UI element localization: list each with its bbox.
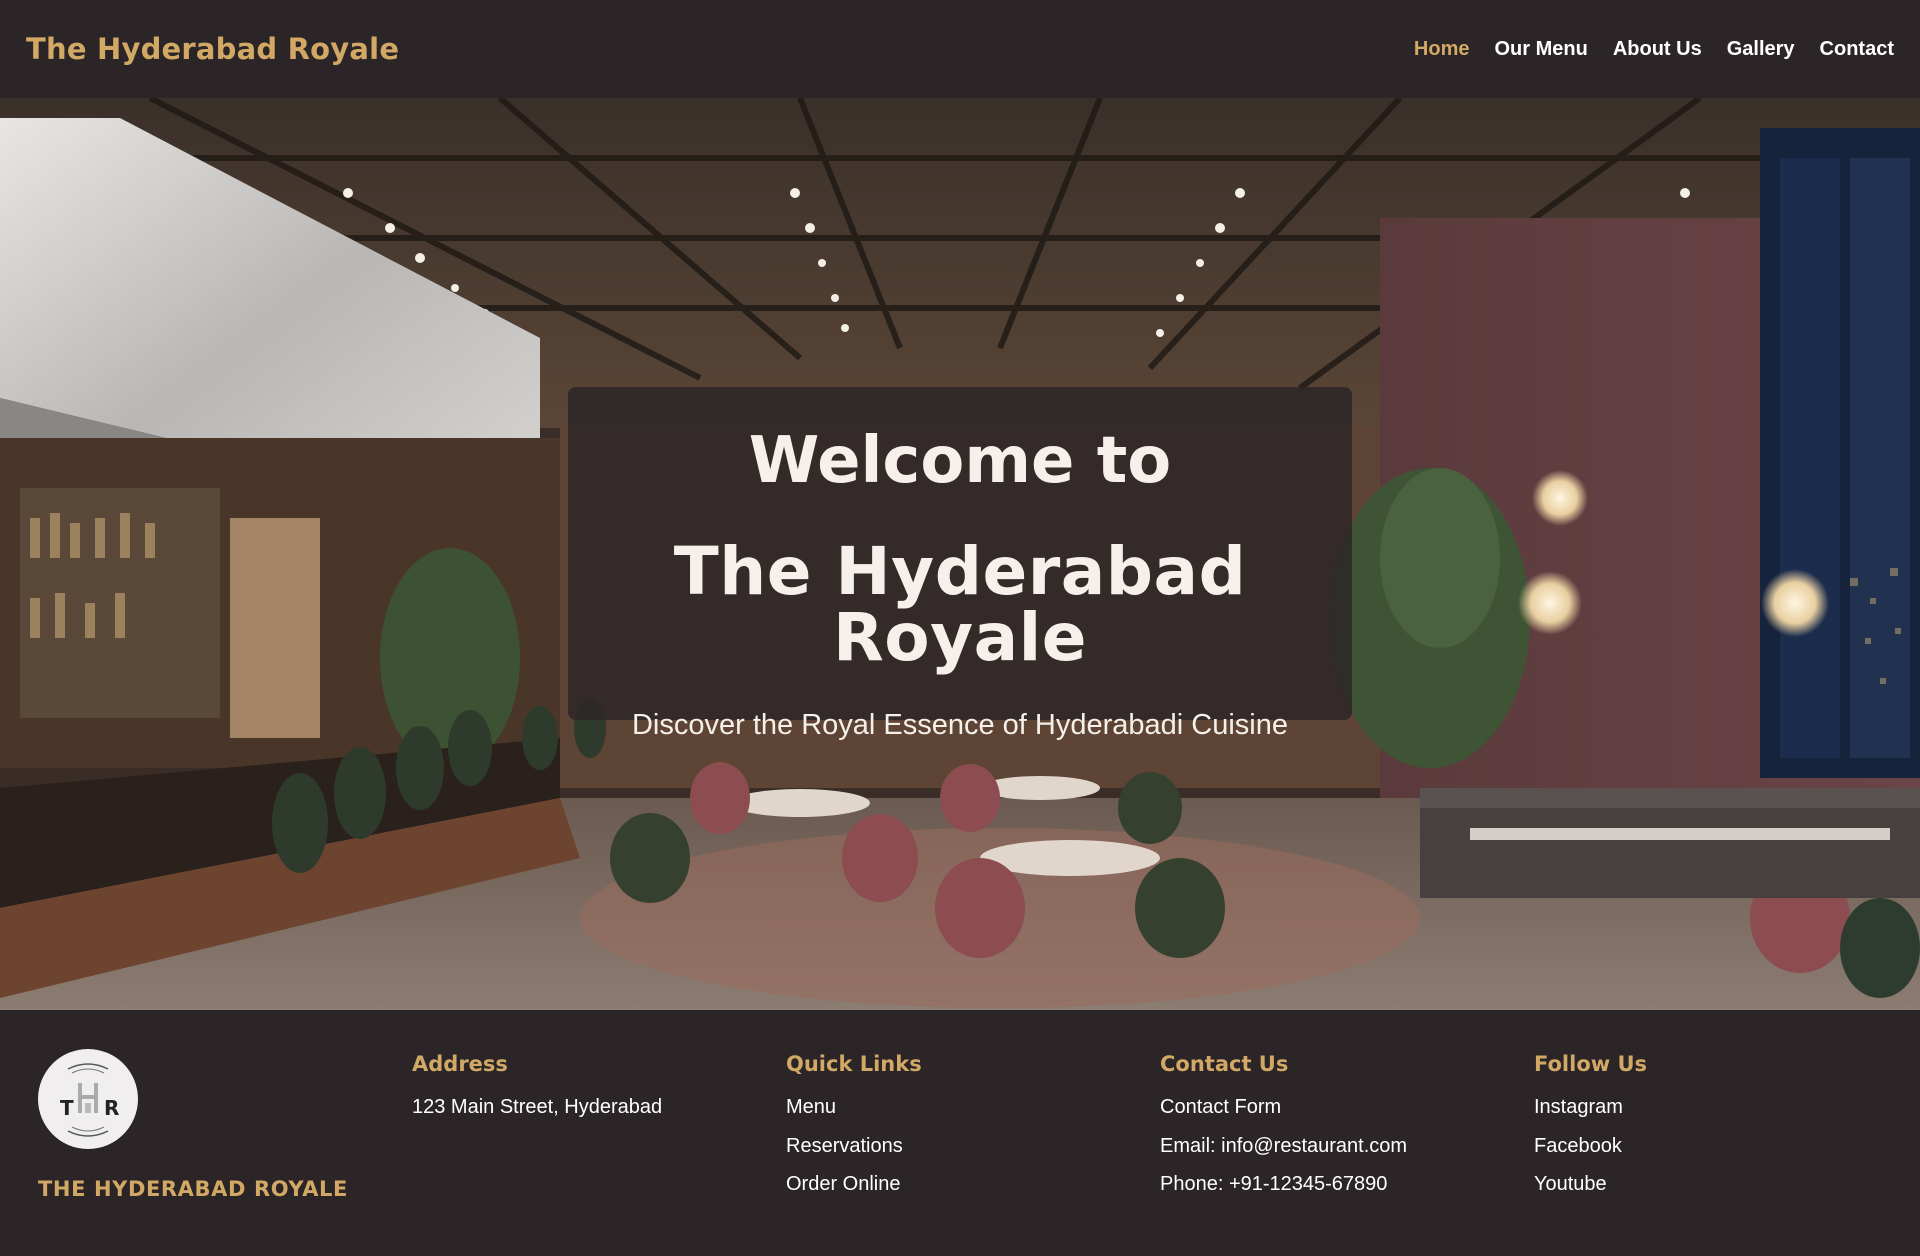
main-nav: Home Our Menu About Us Gallery Contact <box>1414 38 1894 61</box>
hero-title-line2: The Hyderabad Royale <box>673 533 1247 676</box>
footer-link-contact-form[interactable]: Contact Form <box>1160 1095 1407 1134</box>
footer-contact-column: Contact Us Contact Form Email: info@rest… <box>1160 1052 1407 1211</box>
nav-menu-link[interactable]: Our Menu <box>1494 38 1587 61</box>
quick-links-heading: Quick Links <box>786 1052 922 1076</box>
footer-link-reservations[interactable]: Reservations <box>786 1134 922 1173</box>
nav-home-link[interactable]: Home <box>1414 38 1470 61</box>
hero-title-line1: Welcome to <box>748 424 1172 498</box>
logo-letter-r: R <box>104 1096 119 1120</box>
follow-heading: Follow Us <box>1534 1052 1648 1076</box>
footer-link-order-online[interactable]: Order Online <box>786 1172 922 1211</box>
site-header: The Hyderabad Royale Home Our Menu About… <box>0 0 1920 98</box>
hero-welcome-card: Welcome to The Hyderabad Royale Discover… <box>568 387 1352 741</box>
footer-link-youtube[interactable]: Youtube <box>1534 1172 1647 1211</box>
restaurant-logo[interactable]: T R <box>38 1049 138 1149</box>
nav-about-link[interactable]: About Us <box>1613 38 1702 61</box>
site-footer: T R THE HYDERABAD ROYALE Address 123 Mai… <box>0 1010 1920 1256</box>
hero-section: Welcome to The Hyderabad Royale Discover… <box>0 98 1920 1010</box>
contact-heading: Contact Us <box>1160 1052 1289 1076</box>
logo-emblem-icon: T R <box>60 1063 119 1137</box>
footer-link-facebook[interactable]: Facebook <box>1534 1134 1647 1173</box>
brand-logo-text[interactable]: The Hyderabad Royale <box>26 32 399 66</box>
footer-phone: Phone: +91-12345-67890 <box>1160 1173 1388 1195</box>
footer-link-instagram[interactable]: Instagram <box>1534 1095 1647 1134</box>
footer-follow-column: Follow Us Instagram Facebook Youtube <box>1534 1052 1647 1211</box>
footer-quick-links-column: Quick Links Menu Reservations Order Onli… <box>786 1052 922 1211</box>
address-line: 123 Main Street, Hyderabad <box>412 1096 663 1118</box>
nav-gallery-link[interactable]: Gallery <box>1727 38 1795 61</box>
footer-link-menu[interactable]: Menu <box>786 1095 922 1134</box>
logo-letter-t: T <box>60 1096 74 1120</box>
footer-email: Email: info@restaurant.com <box>1160 1134 1408 1157</box>
hero-subtitle: Discover the Royal Essence of Hyderabadi… <box>631 709 1289 741</box>
footer-brand-name: THE HYDERABAD ROYALE <box>38 1177 348 1201</box>
address-heading: Address <box>412 1052 508 1076</box>
footer-address-column: Address 123 Main Street, Hyderabad <box>412 1052 662 1134</box>
nav-contact-link[interactable]: Contact <box>1820 38 1894 61</box>
